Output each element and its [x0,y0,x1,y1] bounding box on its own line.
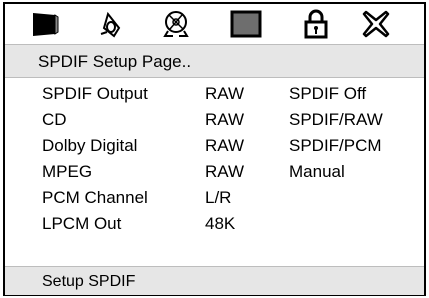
menu-icon-bar [5,4,424,44]
setting-value: L/R [205,188,232,207]
option-item[interactable]: SPDIF/PCM [289,136,382,156]
lock-icon[interactable] [298,8,334,40]
option-item[interactable]: SPDIF Off [289,84,366,104]
setting-value: RAW [205,110,245,129]
page-title-bar: SPDIF Setup Page.. [5,44,424,78]
setting-value: RAW [205,136,245,155]
settings-list: SPDIF Output RAW SPDIF Off CD RAW SPDIF/… [5,78,424,266]
setting-label: PCM Channel [42,188,148,207]
status-bar: Setup SPDIF [5,266,424,295]
setting-label: MPEG [42,162,93,181]
setting-label: LPCM Out [42,214,122,233]
option-item[interactable]: Manual [289,162,345,182]
page-title: SPDIF Setup Page.. [38,52,192,71]
setting-value: RAW [205,162,245,181]
setting-label: Dolby Digital [42,136,138,155]
setting-row-dolby-digital[interactable]: Dolby Digital RAW SPDIF/PCM [5,136,424,160]
setting-row-pcm-channel[interactable]: PCM Channel L/R [5,188,424,212]
setting-row-lpcm-out[interactable]: LPCM Out 48K [5,214,424,238]
setting-row-cd[interactable]: CD RAW SPDIF/RAW [5,110,424,134]
exit-x-icon[interactable] [358,8,394,40]
status-text: Setup SPDIF [42,273,136,290]
setting-label: CD [42,110,67,129]
tv-screen-icon[interactable] [27,8,63,40]
setting-value: 48K [205,214,236,233]
square-icon[interactable] [228,8,264,40]
option-item[interactable]: SPDIF/RAW [289,110,383,130]
speaker-icon[interactable] [94,8,130,40]
setup-menu-frame: SPDIF Setup Page.. SPDIF Output RAW SPDI… [3,2,426,296]
disc-icon[interactable] [158,8,194,40]
setting-row-spdif-output[interactable]: SPDIF Output RAW SPDIF Off [5,84,424,108]
setting-value: RAW [205,84,245,103]
setting-label: SPDIF Output [42,84,148,103]
setting-row-mpeg[interactable]: MPEG RAW Manual [5,162,424,186]
